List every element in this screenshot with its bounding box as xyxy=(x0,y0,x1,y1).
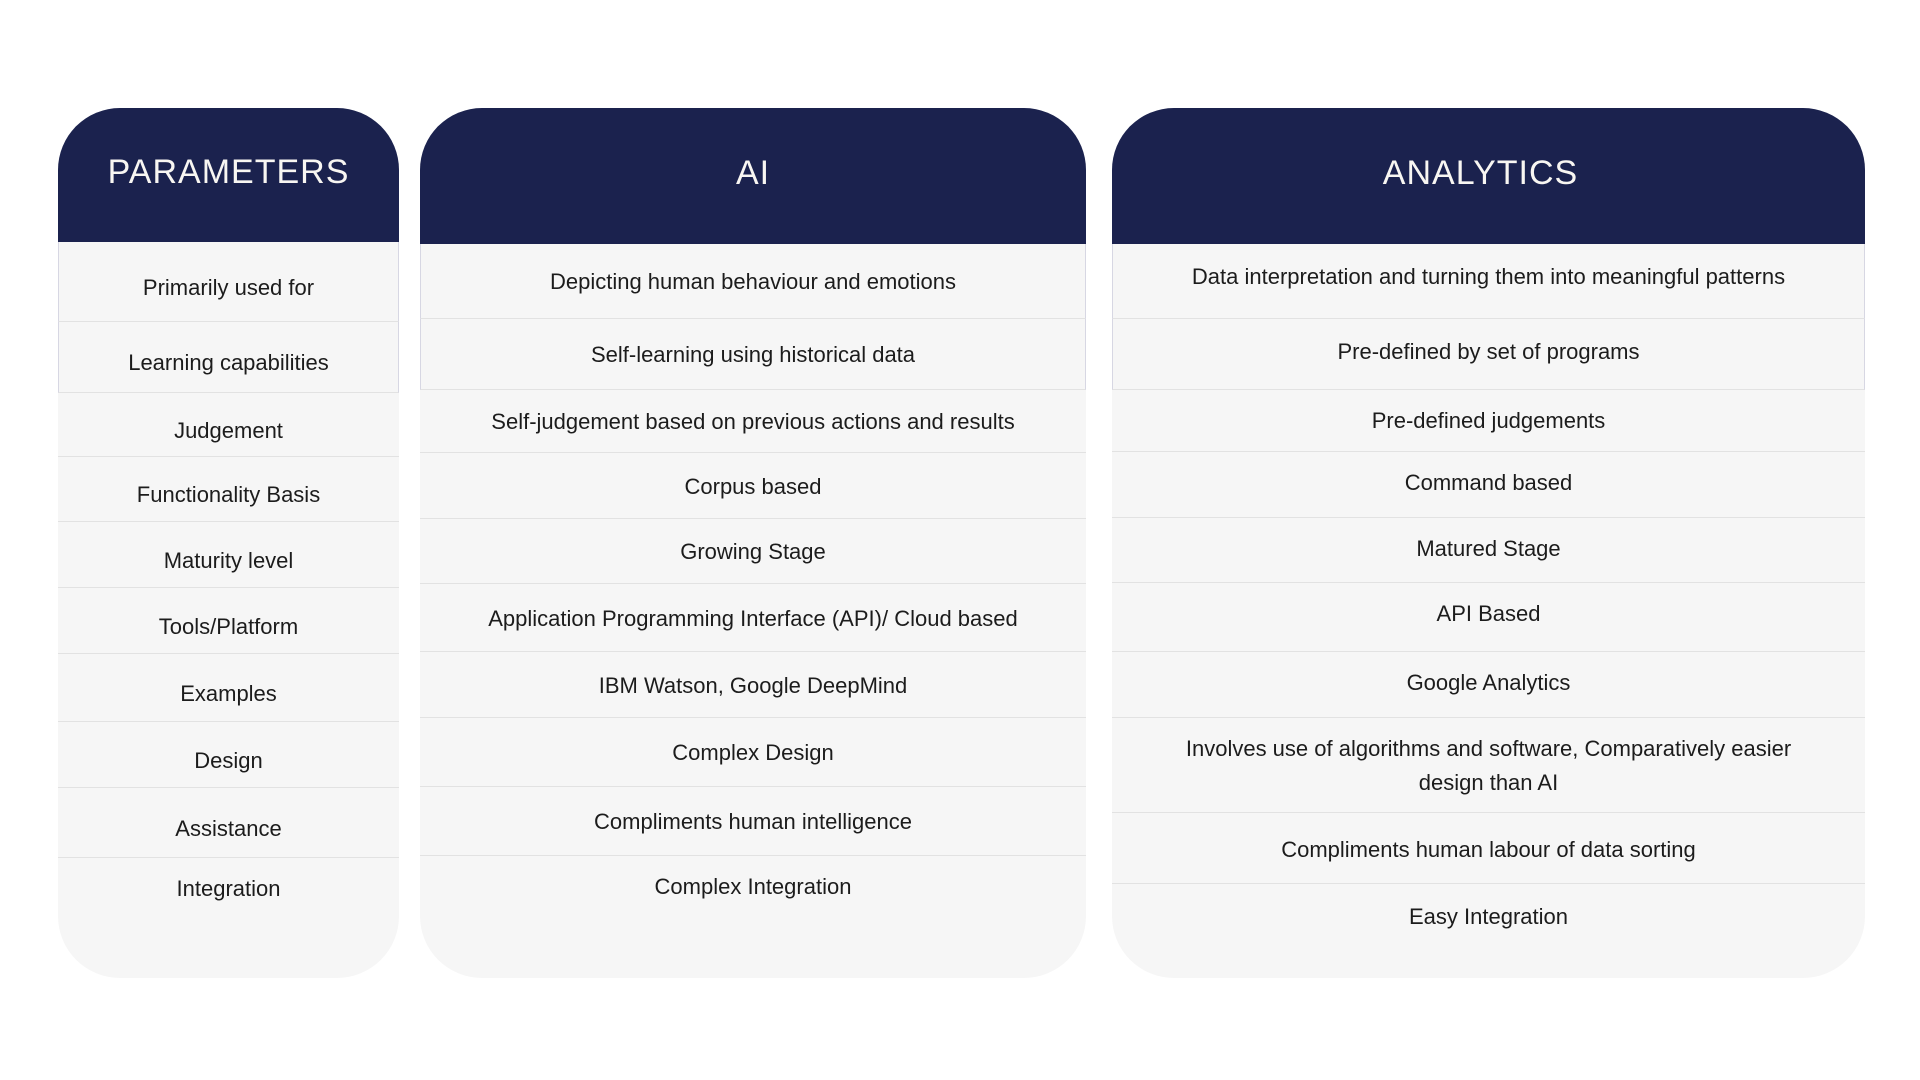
analytics-row-design: Involves use of algorithms and software,… xyxy=(1112,718,1865,813)
analytics-row-maturity-level: Matured Stage xyxy=(1112,518,1865,583)
parameter-row-assistance: Assistance xyxy=(58,788,399,858)
parameter-row-tools-platform: Tools/Platform xyxy=(58,588,399,654)
parameter-row-judgement: Judgement xyxy=(58,393,399,457)
ai-column: AI Depicting human behaviour and emotion… xyxy=(420,108,1086,978)
analytics-row-functionality-basis: Command based xyxy=(1112,452,1865,518)
parameters-column: PARAMETERS Primarily used for Learning c… xyxy=(58,108,399,978)
parameter-row-primarily-used-for: Primarily used for xyxy=(58,242,399,322)
ai-row-integration: Complex Integration xyxy=(654,874,852,899)
parameters-header: PARAMETERS xyxy=(58,108,399,242)
ai-header: AI xyxy=(420,108,1086,244)
parameter-row-functionality-basis: Functionality Basis xyxy=(58,457,399,522)
analytics-row-learning-capabilities: Pre-defined by set of programs xyxy=(1112,319,1865,390)
ai-row-primarily-used-for: Depicting human behaviour and emotions xyxy=(420,244,1086,319)
parameter-row-integration: Integration xyxy=(176,876,281,901)
parameter-row-examples: Examples xyxy=(58,654,399,722)
analytics-row-primarily-used-for: Data interpretation and turning them int… xyxy=(1112,244,1865,319)
analytics-column: ANALYTICS Data interpretation and turnin… xyxy=(1112,108,1865,978)
ai-row-judgement: Self-judgement based on previous actions… xyxy=(420,390,1086,453)
ai-row-learning-capabilities: Self-learning using historical data xyxy=(420,319,1086,390)
parameter-row-maturity-level: Maturity level xyxy=(58,522,399,588)
ai-row-examples: IBM Watson, Google DeepMind xyxy=(420,652,1086,718)
analytics-row-assistance: Compliments human labour of data sorting xyxy=(1112,813,1865,884)
analytics-header: ANALYTICS xyxy=(1112,108,1865,244)
analytics-row-examples: Google Analytics xyxy=(1112,652,1865,718)
analytics-row-judgement: Pre-defined judgements xyxy=(1112,390,1865,452)
ai-row-functionality-basis: Corpus based xyxy=(420,453,1086,519)
ai-row-assistance: Compliments human intelligence xyxy=(420,787,1086,856)
analytics-row-tools-platform: API Based xyxy=(1112,583,1865,652)
ai-row-design: Complex Design xyxy=(420,718,1086,787)
parameter-row-learning-capabilities: Learning capabilities xyxy=(58,322,399,393)
ai-row-tools-platform: Application Programming Interface (API)/… xyxy=(420,584,1086,652)
ai-row-maturity-level: Growing Stage xyxy=(420,519,1086,584)
parameter-row-design: Design xyxy=(58,722,399,788)
analytics-row-integration: Easy Integration xyxy=(1409,904,1568,929)
